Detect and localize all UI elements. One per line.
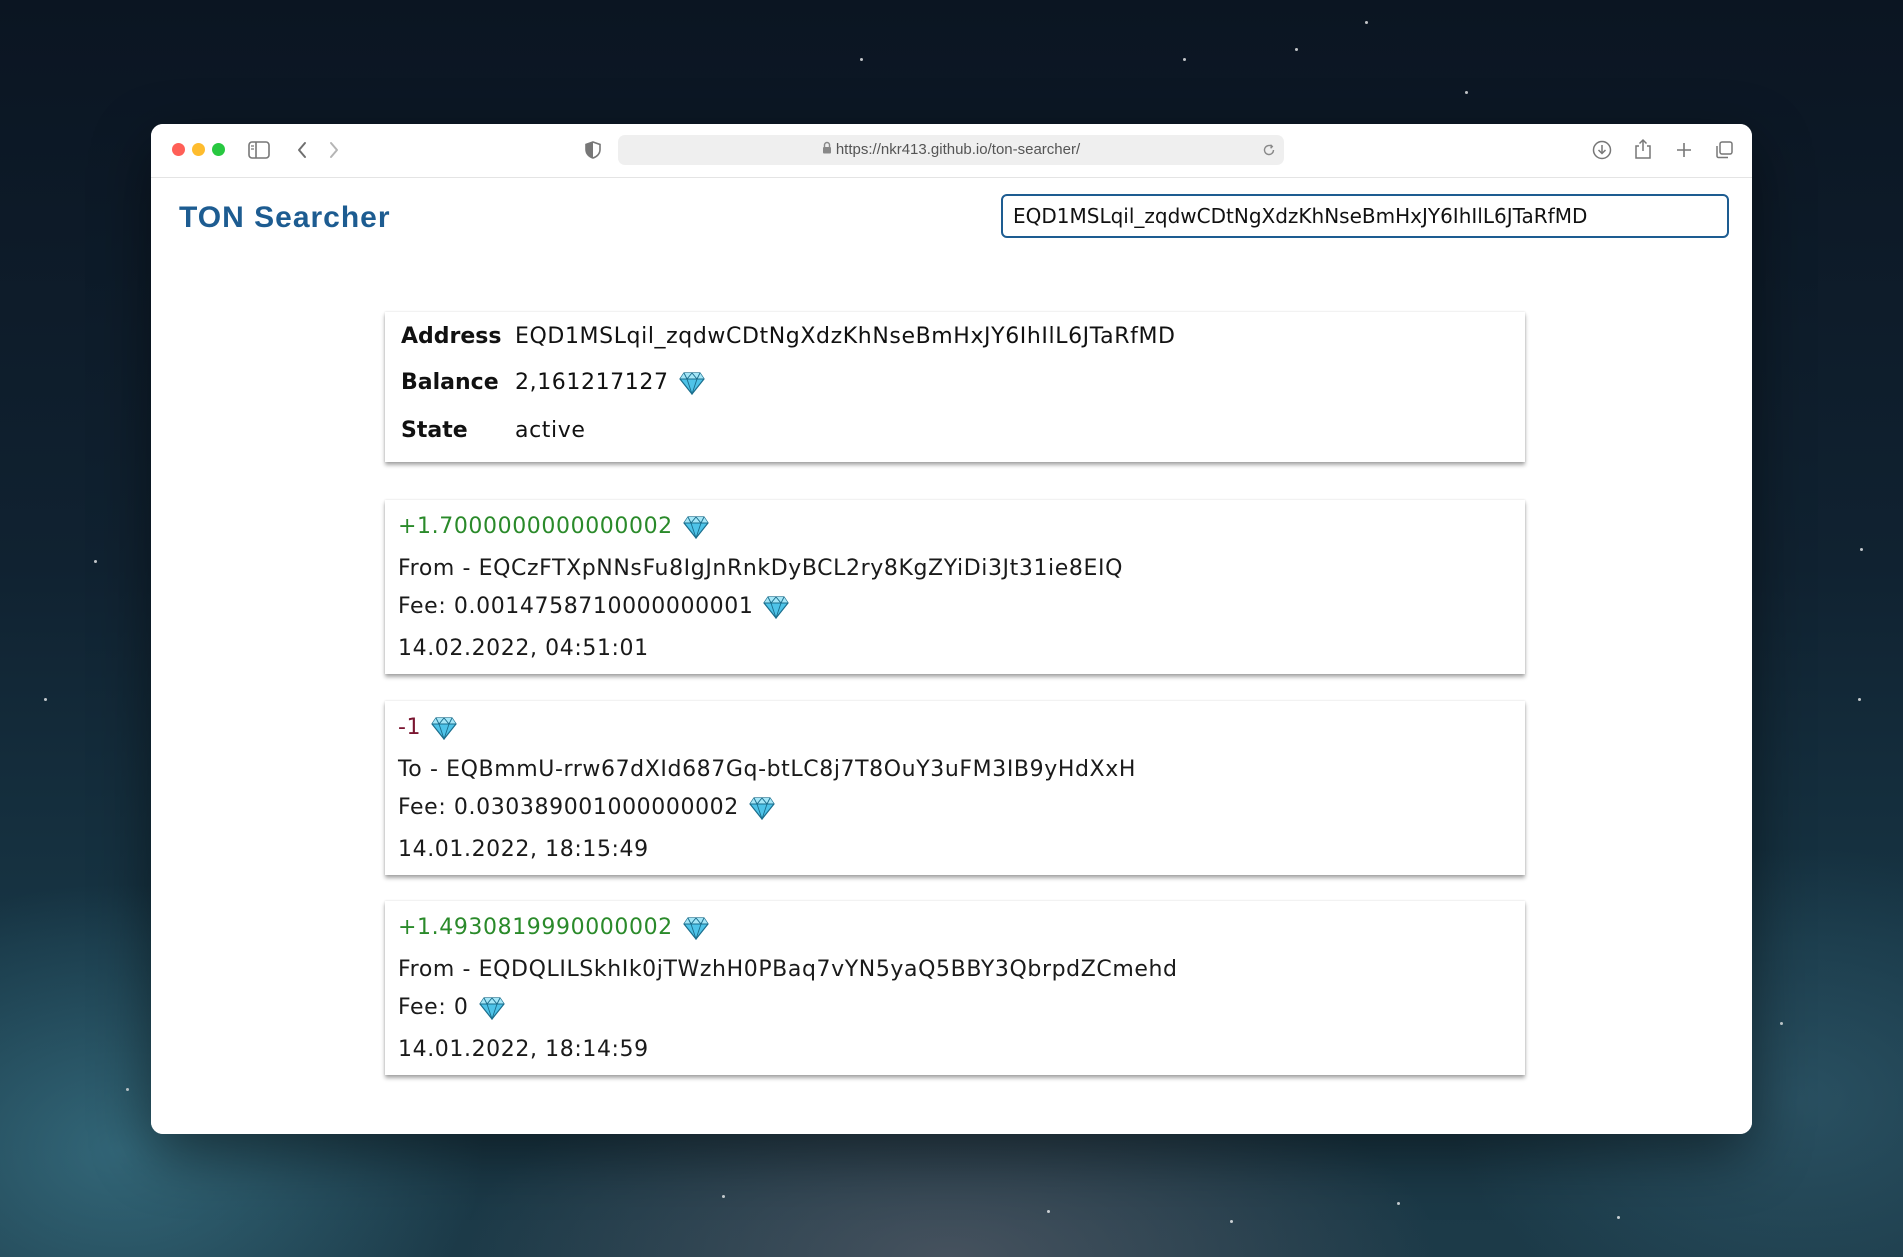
transaction-counterparty: To - EQBmmU-rrw67dXId687Gq-btLC8j7T8OuY3… bbox=[398, 757, 1136, 782]
state-value: active bbox=[515, 418, 586, 443]
app-title: TON Searcher bbox=[179, 201, 391, 234]
toncoin-gem-icon bbox=[683, 515, 709, 539]
transaction-card: +1.7000000000000002 From - EQCzFTXpNNsFu… bbox=[385, 500, 1525, 674]
url-text: https://nkr413.github.io/ton-searcher/ bbox=[835, 141, 1081, 158]
transaction-card: -1 To - EQBmmU-rrw67dXId687Gq-btLC8j7T8O… bbox=[385, 701, 1525, 875]
address-label: Address bbox=[401, 324, 502, 349]
transaction-date: 14.01.2022, 18:15:49 bbox=[398, 837, 649, 862]
state-label: State bbox=[401, 418, 468, 443]
reload-icon[interactable] bbox=[1260, 141, 1278, 159]
balance-value: 2,161217127 bbox=[515, 370, 669, 395]
sidebar-toggle-icon[interactable] bbox=[247, 139, 271, 161]
transaction-fee-row: Fee: 0 bbox=[398, 995, 505, 1020]
minimize-window-button[interactable] bbox=[192, 143, 205, 156]
close-window-button[interactable] bbox=[172, 143, 185, 156]
new-tab-icon[interactable] bbox=[1672, 138, 1696, 162]
account-info-card: Address EQD1MSLqil_zqdwCDtNgXdzKhNseBmHx… bbox=[385, 312, 1525, 462]
transaction-fee: Fee: 0 bbox=[398, 995, 469, 1020]
toncoin-gem-icon bbox=[683, 916, 709, 940]
back-icon[interactable] bbox=[291, 138, 313, 162]
address-row: Address EQD1MSLqil_zqdwCDtNgXdzKhNseBmHx… bbox=[401, 324, 1176, 349]
transaction-fee: Fee: 0.030389001000000002 bbox=[398, 795, 739, 820]
transaction-card: +1.4930819990000002 From - EQDQLILSkhIk0… bbox=[385, 901, 1525, 1075]
state-row: State active bbox=[401, 418, 585, 443]
address-bar[interactable]: https://nkr413.github.io/ton-searcher/ bbox=[618, 135, 1284, 165]
transaction-amount: +1.7000000000000002 bbox=[398, 514, 673, 539]
transaction-amount-row: -1 bbox=[398, 715, 457, 740]
balance-row: Balance 2,161217127 bbox=[401, 370, 705, 395]
privacy-shield-icon[interactable] bbox=[582, 139, 604, 161]
page-content: TON Searcher Address EQD1MSLqil_zqdwCDtN… bbox=[151, 178, 1752, 1134]
toncoin-gem-icon bbox=[749, 796, 775, 820]
tab-overview-icon[interactable] bbox=[1712, 138, 1736, 162]
transaction-date: 14.02.2022, 04:51:01 bbox=[398, 636, 649, 661]
toncoin-gem-icon bbox=[763, 595, 790, 619]
downloads-icon[interactable] bbox=[1590, 138, 1614, 162]
balance-label: Balance bbox=[401, 370, 499, 395]
maximize-window-button[interactable] bbox=[212, 143, 225, 156]
transaction-fee: Fee: 0.0014758710000000001 bbox=[398, 594, 754, 619]
transaction-counterparty: From - EQDQLILSkhIk0jTWzhH0PBaq7vYN5yaQ5… bbox=[398, 957, 1178, 982]
share-icon[interactable] bbox=[1631, 137, 1655, 161]
transaction-date: 14.01.2022, 18:14:59 bbox=[398, 1037, 649, 1062]
transaction-amount-row: +1.7000000000000002 bbox=[398, 514, 709, 539]
transaction-fee-row: Fee: 0.0014758710000000001 bbox=[398, 594, 790, 619]
transaction-counterparty: From - EQCzFTXpNNsFu8IgJnRnkDyBCL2ry8KgZ… bbox=[398, 556, 1124, 581]
forward-icon[interactable] bbox=[323, 138, 345, 162]
transaction-amount-row: +1.4930819990000002 bbox=[398, 915, 709, 940]
browser-toolbar: https://nkr413.github.io/ton-searcher/ bbox=[151, 124, 1752, 178]
address-search-input[interactable] bbox=[1001, 194, 1729, 238]
transaction-fee-row: Fee: 0.030389001000000002 bbox=[398, 795, 775, 820]
address-value: EQD1MSLqil_zqdwCDtNgXdzKhNseBmHxJY6IhIlL… bbox=[515, 324, 1176, 349]
lock-icon bbox=[822, 135, 832, 165]
transaction-amount: -1 bbox=[398, 715, 422, 740]
toncoin-gem-icon bbox=[431, 716, 457, 740]
browser-window: https://nkr413.github.io/ton-searcher/ T… bbox=[151, 124, 1752, 1134]
toncoin-gem-icon bbox=[678, 371, 705, 395]
toncoin-gem-icon bbox=[478, 996, 505, 1020]
transaction-amount: +1.4930819990000002 bbox=[398, 915, 673, 940]
